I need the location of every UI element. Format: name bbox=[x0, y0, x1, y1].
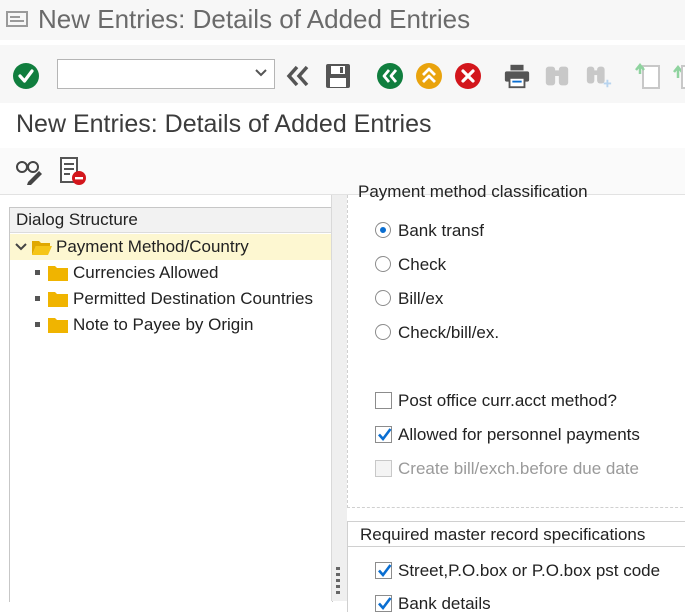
splitter-grip bbox=[336, 567, 340, 570]
checkmark-icon bbox=[378, 564, 392, 578]
chevron-down-icon[interactable] bbox=[254, 66, 268, 80]
radio-label: Bill/ex bbox=[398, 289, 444, 308]
exit-icon[interactable] bbox=[415, 62, 443, 90]
splitter-grip bbox=[336, 591, 340, 594]
cancel-icon[interactable] bbox=[454, 62, 482, 90]
save-icon[interactable] bbox=[324, 62, 352, 90]
group-label: Required master record specifications bbox=[360, 525, 646, 544]
command-field[interactable] bbox=[57, 59, 275, 89]
radio-button[interactable] bbox=[375, 256, 391, 272]
enter-icon[interactable] bbox=[12, 62, 40, 90]
splitter-grip bbox=[336, 573, 340, 576]
folder-icon bbox=[48, 266, 68, 281]
checkbox[interactable] bbox=[375, 426, 392, 443]
tree-label: Permitted Destination Countries bbox=[73, 289, 314, 308]
delete-entry-icon[interactable] bbox=[58, 156, 88, 186]
tree-label: Payment Method/Country bbox=[56, 237, 249, 256]
open-folder-icon bbox=[32, 241, 52, 255]
checkbox-label: Create bill/exch.before due date bbox=[398, 459, 639, 478]
print-icon[interactable] bbox=[503, 62, 531, 90]
splitter-grip bbox=[336, 585, 340, 588]
checkbox-label: Post office curr.acct method? bbox=[398, 391, 617, 410]
checkbox-label: Bank details bbox=[398, 594, 491, 613]
checkbox bbox=[375, 460, 392, 477]
dialog-structure-panel: Dialog Structure Payment Method/Country … bbox=[9, 207, 333, 602]
payment-method-classification-group: Payment method classification Bank trans… bbox=[347, 182, 685, 508]
checkmark-icon bbox=[378, 428, 392, 442]
checkbox[interactable] bbox=[375, 595, 392, 612]
chevron-down-icon[interactable] bbox=[15, 242, 27, 252]
display-change-icon[interactable] bbox=[14, 156, 44, 186]
tree-bullet bbox=[35, 270, 40, 275]
checkbox-label: Street,P.O.box or P.O.box pst code bbox=[398, 561, 661, 580]
radio-label: Check bbox=[398, 255, 447, 274]
tree-node-payment-method-country[interactable]: Payment Method/Country bbox=[10, 234, 332, 260]
radio-button[interactable] bbox=[375, 222, 391, 238]
detail-panel: Payment method classification Bank trans… bbox=[347, 182, 685, 613]
tree-bullet bbox=[35, 296, 40, 301]
tree-label: Currencies Allowed bbox=[73, 263, 219, 282]
radio-button[interactable] bbox=[375, 290, 391, 306]
checkbox[interactable] bbox=[375, 562, 392, 579]
required-master-record-group: Required master record specifications St… bbox=[347, 521, 685, 613]
previous-page-icon[interactable] bbox=[668, 62, 685, 90]
checkbox[interactable] bbox=[375, 392, 392, 409]
main-toolbar bbox=[0, 45, 685, 103]
first-page-icon[interactable] bbox=[634, 62, 662, 90]
radio-label: Check/bill/ex. bbox=[398, 323, 500, 342]
find-next-icon[interactable] bbox=[585, 62, 613, 90]
group-label: Payment method classification bbox=[358, 182, 588, 201]
back-double-icon[interactable] bbox=[284, 62, 312, 90]
group-separator bbox=[348, 546, 685, 547]
dialog-structure-header: Dialog Structure bbox=[10, 208, 332, 233]
tree-bullet bbox=[35, 322, 40, 327]
menu-icon[interactable] bbox=[6, 10, 28, 28]
window-title: New Entries: Details of Added Entries bbox=[38, 4, 471, 34]
radio-button[interactable] bbox=[375, 324, 391, 340]
screen-title: New Entries: Details of Added Entries bbox=[16, 110, 432, 138]
back-icon[interactable] bbox=[376, 62, 404, 90]
checkbox-label: Allowed for personnel payments bbox=[398, 425, 640, 444]
checkmark-icon bbox=[378, 597, 392, 611]
find-icon[interactable] bbox=[543, 62, 571, 90]
panel-splitter[interactable] bbox=[331, 195, 348, 601]
window-title-bar: New Entries: Details of Added Entries bbox=[0, 0, 685, 40]
folder-icon bbox=[48, 292, 68, 307]
radio-label: Bank transf bbox=[398, 221, 484, 240]
tree-label: Note to Payee by Origin bbox=[73, 315, 254, 334]
folder-icon bbox=[48, 318, 68, 333]
splitter-grip bbox=[336, 579, 340, 582]
